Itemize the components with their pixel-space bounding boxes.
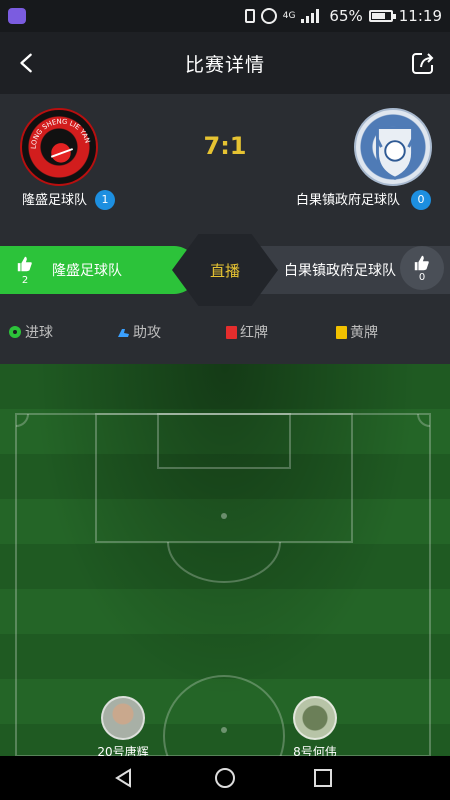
status-bar: 4G 65% 11:19 <box>0 0 450 32</box>
football-field: 20号唐辉 8号何伟 <box>0 364 450 759</box>
nav-home-button[interactable] <box>205 758 245 798</box>
network-type: 4G <box>282 11 296 21</box>
thumbs-up-icon <box>414 255 429 270</box>
player-avatar <box>101 696 145 740</box>
battery-percent: 65% <box>329 7 363 25</box>
away-support-label: 白果镇政府足球队 <box>284 263 396 279</box>
share-button[interactable] <box>406 46 440 80</box>
system-navigation-bar <box>0 756 450 800</box>
home-team-name: 隆盛足球队 <box>22 193 88 208</box>
page-title: 比赛详情 <box>184 53 265 76</box>
legend-red-card-label: 红牌 <box>240 325 268 341</box>
live-button[interactable]: 直播 <box>172 234 278 306</box>
home-team-count-badge: 1 <box>95 190 115 210</box>
boot-icon <box>118 329 129 337</box>
away-team-name: 白果镇政府足球队 <box>296 193 401 208</box>
battery-icon <box>368 10 396 22</box>
red-card-icon <box>226 325 237 339</box>
field-lines <box>15 413 431 756</box>
away-like[interactable]: 0 <box>400 246 444 290</box>
event-legend: 进球 助攻 红牌 黄牌 <box>0 316 450 348</box>
signal-icon <box>301 9 323 23</box>
home-like[interactable]: 2 <box>10 255 40 286</box>
away-like-count: 0 <box>418 271 426 283</box>
nav-recent-button[interactable] <box>303 758 343 798</box>
legend-red-card: 红牌 <box>226 322 268 342</box>
title-bar: 比赛详情 <box>0 32 450 94</box>
yellow-card-icon <box>336 325 347 339</box>
live-label: 直播 <box>209 261 240 280</box>
legend-assist: 助攻 <box>116 322 161 342</box>
away-team-logo[interactable] <box>354 108 432 186</box>
legend-assist-label: 助攻 <box>133 325 161 341</box>
back-button[interactable] <box>10 46 44 80</box>
share-icon <box>412 53 434 74</box>
football-icon <box>9 326 21 338</box>
support-vote-row: 2 隆盛足球队 白果镇政府足球队 0 直播 <box>0 234 450 306</box>
square-recents-icon <box>314 769 332 787</box>
thumbs-up-icon <box>17 256 32 271</box>
app-notification-icon <box>8 8 26 24</box>
player-marker[interactable]: 8号何伟 <box>280 696 350 760</box>
home-team-logo[interactable]: LONG SHENG LIE YAN <box>20 108 98 186</box>
home-team-emblem: LONG SHENG LIE YAN <box>30 118 92 163</box>
alarm-icon <box>260 8 277 24</box>
vibrate-icon <box>244 9 255 23</box>
legend-yellow-card: 黄牌 <box>336 322 378 342</box>
home-like-count: 2 <box>21 274 29 286</box>
chevron-left-icon <box>20 53 32 73</box>
player-marker[interactable]: 20号唐辉 <box>88 696 158 760</box>
player-avatar <box>293 696 337 740</box>
triangle-back-icon <box>115 768 131 788</box>
legend-goal-label: 进球 <box>25 325 53 341</box>
circle-home-icon <box>215 768 235 788</box>
match-header: LONG SHENG LIE YAN 7:1 隆盛足球队 1 白果镇政府足球队 … <box>0 94 450 364</box>
home-support-button[interactable]: 2 隆盛足球队 <box>0 246 198 294</box>
legend-yellow-card-label: 黄牌 <box>350 325 378 341</box>
nav-back-button[interactable] <box>104 758 144 798</box>
match-detail-screen: 4G 65% 11:19 比赛详情 LONG SHENG LIE YAN 7:1… <box>0 0 450 800</box>
match-score: 7:1 <box>203 132 247 160</box>
legend-goal: 进球 <box>8 322 53 342</box>
away-team-count-badge: 0 <box>411 190 431 210</box>
clock: 11:19 <box>398 7 442 25</box>
home-support-label: 隆盛足球队 <box>52 263 122 279</box>
away-team-emblem <box>375 126 415 180</box>
